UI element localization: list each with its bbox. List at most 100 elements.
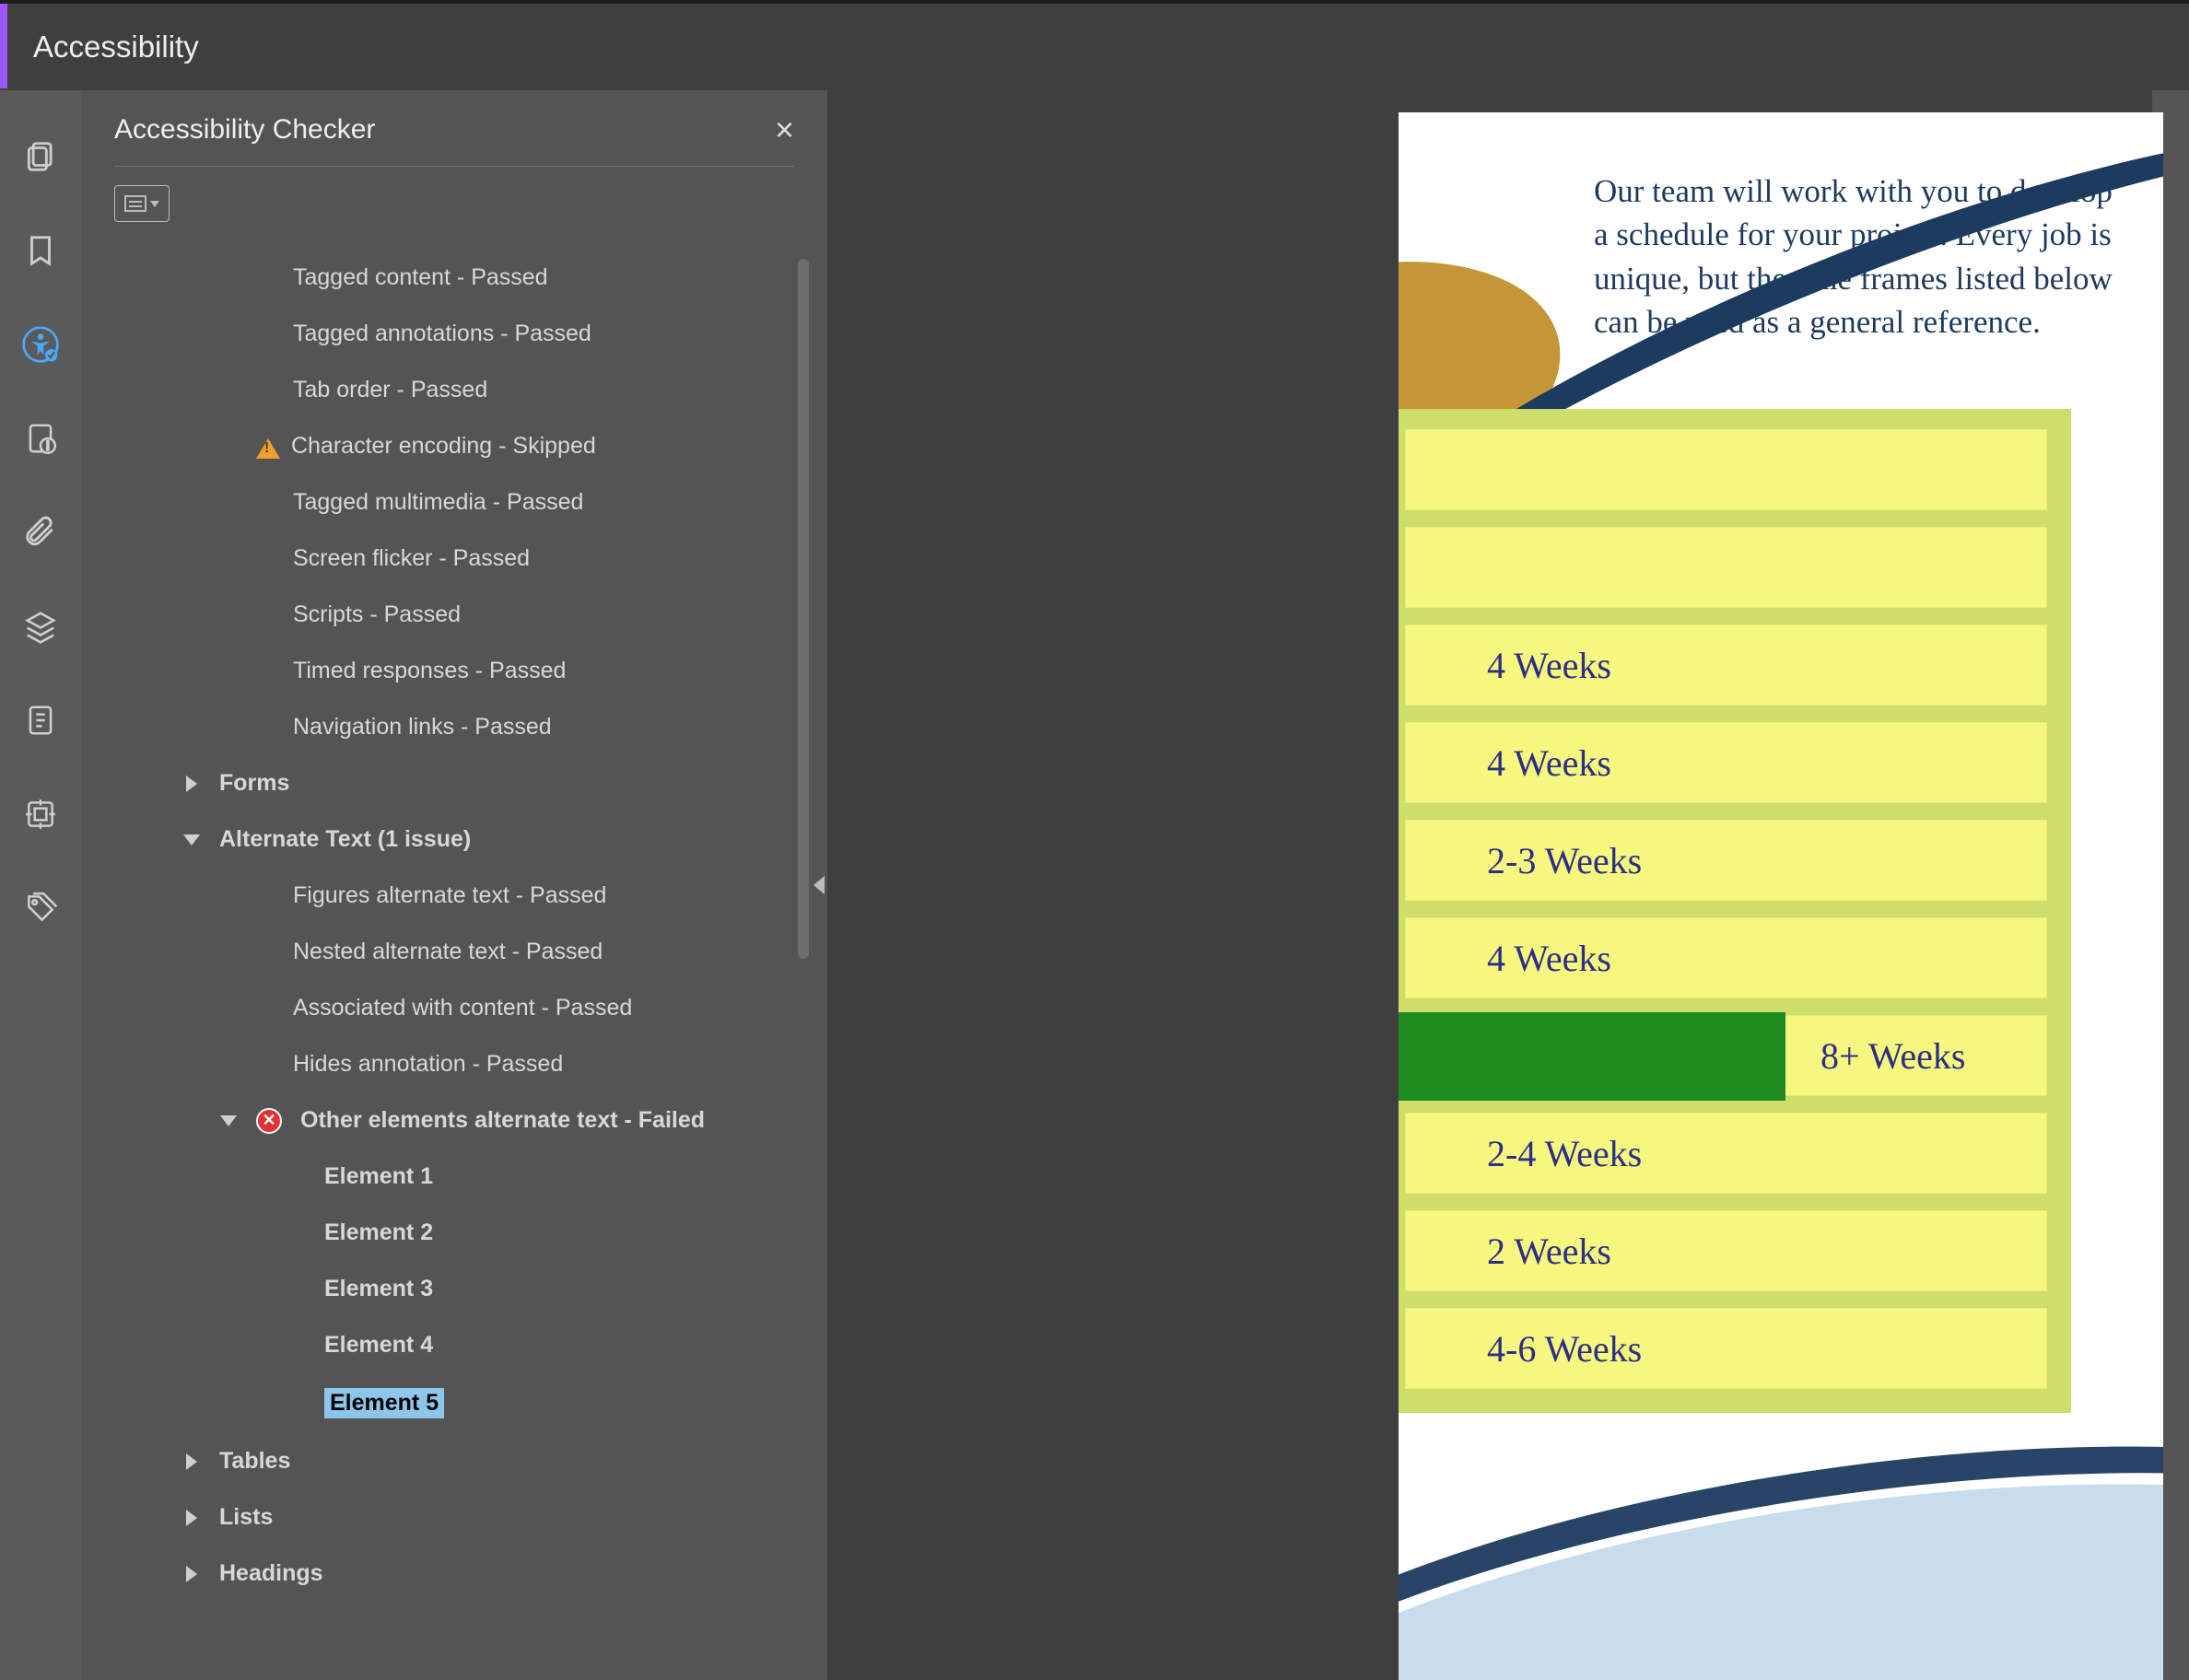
schedule-row: 8+ Weeks xyxy=(1405,1015,2047,1096)
check-item[interactable]: Navigation links - Passed xyxy=(81,699,827,755)
chevron-right-icon xyxy=(182,1565,201,1583)
failed-element[interactable]: Element 2 xyxy=(81,1205,827,1261)
schedule-row-label: 2-3 Weeks xyxy=(1487,839,1642,882)
tree-item-label: Other elements alternate text - Failed xyxy=(300,1107,705,1134)
chevron-down-icon xyxy=(150,201,159,207)
selection-highlight xyxy=(1399,1012,1785,1101)
tree-item-label: Alternate Text (1 issue) xyxy=(219,826,471,853)
document-page[interactable]: Our team will work with you to develop a… xyxy=(1399,112,2163,1680)
check-item[interactable]: Figures alternate text - Passed xyxy=(81,868,827,924)
check-item[interactable]: Tab order - Passed xyxy=(81,362,827,418)
accessibility-icon[interactable] xyxy=(20,324,61,365)
group-headings[interactable]: Headings xyxy=(81,1546,827,1602)
schedule-row: 4-6 Weeks xyxy=(1405,1308,2047,1389)
tree-item-label: Nested alternate text - Passed xyxy=(293,939,603,964)
close-icon[interactable]: × xyxy=(775,111,794,149)
tree-item-label: Element 3 xyxy=(324,1276,433,1301)
tree-item-label: Tagged content - Passed xyxy=(293,264,548,290)
tags-icon[interactable] xyxy=(20,888,61,928)
warning-icon xyxy=(256,435,280,459)
svg-text:i: i xyxy=(47,440,50,453)
check-item[interactable]: Associated with content - Passed xyxy=(81,980,827,1036)
chevron-down-icon xyxy=(182,831,201,849)
tree-item-label: Element 4 xyxy=(324,1332,433,1358)
scrollbar[interactable] xyxy=(798,259,809,959)
icon-rail: i xyxy=(0,90,81,1680)
tree-item-label: Headings xyxy=(219,1560,323,1587)
tree-item-label: Forms xyxy=(219,770,289,797)
schedule-row-label: 4 Weeks xyxy=(1487,937,1611,980)
check-item[interactable]: Nested alternate text - Passed xyxy=(81,924,827,980)
attachments-icon[interactable] xyxy=(20,512,61,553)
group-other-alt-text-failed[interactable]: ✕ Other elements alternate text - Failed xyxy=(81,1092,827,1149)
document-viewer: Our team will work with you to develop a… xyxy=(827,90,2189,1680)
schedule-row: 4 Weeks xyxy=(1405,624,2047,706)
tree-item-label: Scripts - Passed xyxy=(293,601,461,627)
schedule-row xyxy=(1405,527,2047,608)
tree-item-label: Timed responses - Passed xyxy=(293,658,566,683)
schedule-row-label: 2 Weeks xyxy=(1487,1230,1611,1273)
info-icon[interactable]: i xyxy=(20,418,61,459)
intro-paragraph: Our team will work with you to develop a… xyxy=(1594,169,2119,344)
check-item[interactable]: Scripts - Passed xyxy=(81,587,827,643)
report-icon[interactable] xyxy=(20,700,61,741)
group-lists[interactable]: Lists xyxy=(81,1489,827,1546)
top-bar-title: Accessibility xyxy=(33,29,199,64)
error-icon: ✕ xyxy=(256,1108,282,1134)
tree-item-label: Element 2 xyxy=(324,1219,433,1245)
tree-item-label: Tagged annotations - Passed xyxy=(293,321,591,346)
failed-element[interactable]: Element 4 xyxy=(81,1317,827,1373)
chevron-right-icon xyxy=(182,1452,201,1471)
bookmark-icon[interactable] xyxy=(20,230,61,271)
failed-element[interactable]: Element 3 xyxy=(81,1261,827,1317)
schedule-row-label: 4 Weeks xyxy=(1487,741,1611,785)
schedule-row-label: 4 Weeks xyxy=(1487,644,1611,687)
tree-item-label: Figures alternate text - Passed xyxy=(293,882,606,908)
chevron-down-icon xyxy=(219,1112,238,1130)
chevron-right-icon xyxy=(182,775,201,793)
list-view-icon xyxy=(124,195,146,212)
check-item[interactable]: Tagged multimedia - Passed xyxy=(81,474,827,531)
chevron-left-icon xyxy=(814,876,825,894)
schedule-row-label: 2-4 Weeks xyxy=(1487,1132,1642,1175)
stamp-icon[interactable] xyxy=(20,794,61,834)
pages-icon[interactable] xyxy=(20,136,61,177)
tree-item-label: Tables xyxy=(219,1448,290,1475)
view-options-dropdown[interactable] xyxy=(114,185,170,222)
checker-panel-title: Accessibility Checker xyxy=(114,114,375,146)
checker-tree: Tagged content - Passed Tagged annotation… xyxy=(81,240,827,1680)
layers-icon[interactable] xyxy=(20,606,61,647)
tree-item-label: Lists xyxy=(219,1504,273,1531)
top-bar: Accessibility xyxy=(0,0,2189,90)
schedule-row: 2-3 Weeks xyxy=(1405,820,2047,901)
check-item[interactable]: Tagged annotations - Passed xyxy=(81,306,827,362)
tree-item-label: Character encoding - Skipped xyxy=(291,433,596,460)
check-item[interactable]: Hides annotation - Passed xyxy=(81,1036,827,1092)
check-item[interactable]: Screen flicker - Passed xyxy=(81,531,827,587)
check-item[interactable]: Timed responses - Passed xyxy=(81,643,827,699)
schedule-row: 4 Weeks xyxy=(1405,722,2047,803)
schedule-row: 2-4 Weeks xyxy=(1405,1113,2047,1194)
schedule-row-label: 4-6 Weeks xyxy=(1487,1327,1642,1371)
tree-item-label: Screen flicker - Passed xyxy=(293,545,530,571)
group-alternate-text[interactable]: Alternate Text (1 issue) xyxy=(81,811,827,868)
schedule-row xyxy=(1405,429,2047,510)
decorative-navy-arc-bottom xyxy=(1399,1366,2163,1680)
check-item[interactable]: Tagged content - Passed xyxy=(81,250,827,306)
failed-element[interactable]: Element 5 xyxy=(81,1373,827,1433)
failed-element[interactable]: Element 1 xyxy=(81,1149,827,1205)
tree-item-label: Associated with content - Passed xyxy=(293,995,632,1021)
group-tables[interactable]: Tables xyxy=(81,1433,827,1489)
tree-item-label: Element 1 xyxy=(324,1163,433,1189)
schedule-row: 2 Weeks xyxy=(1405,1210,2047,1291)
collapse-panel-button[interactable] xyxy=(810,862,828,908)
group-forms[interactable]: Forms xyxy=(81,755,827,811)
divider xyxy=(114,166,794,167)
accessibility-checker-panel: Accessibility Checker × Tagged content -… xyxy=(81,90,827,1680)
tree-item-label: Hides annotation - Passed xyxy=(293,1051,563,1077)
check-item-skipped[interactable]: Character encoding - Skipped xyxy=(81,418,827,474)
tree-item-label: Tagged multimedia - Passed xyxy=(293,489,583,515)
schedule-table: 4 Weeks 4 Weeks 2-3 Weeks 4 Weeks 8+ Weeks 2-… xyxy=(1399,409,2071,1413)
tree-item-label: Element 5 xyxy=(324,1388,444,1418)
chevron-right-icon xyxy=(182,1509,201,1527)
